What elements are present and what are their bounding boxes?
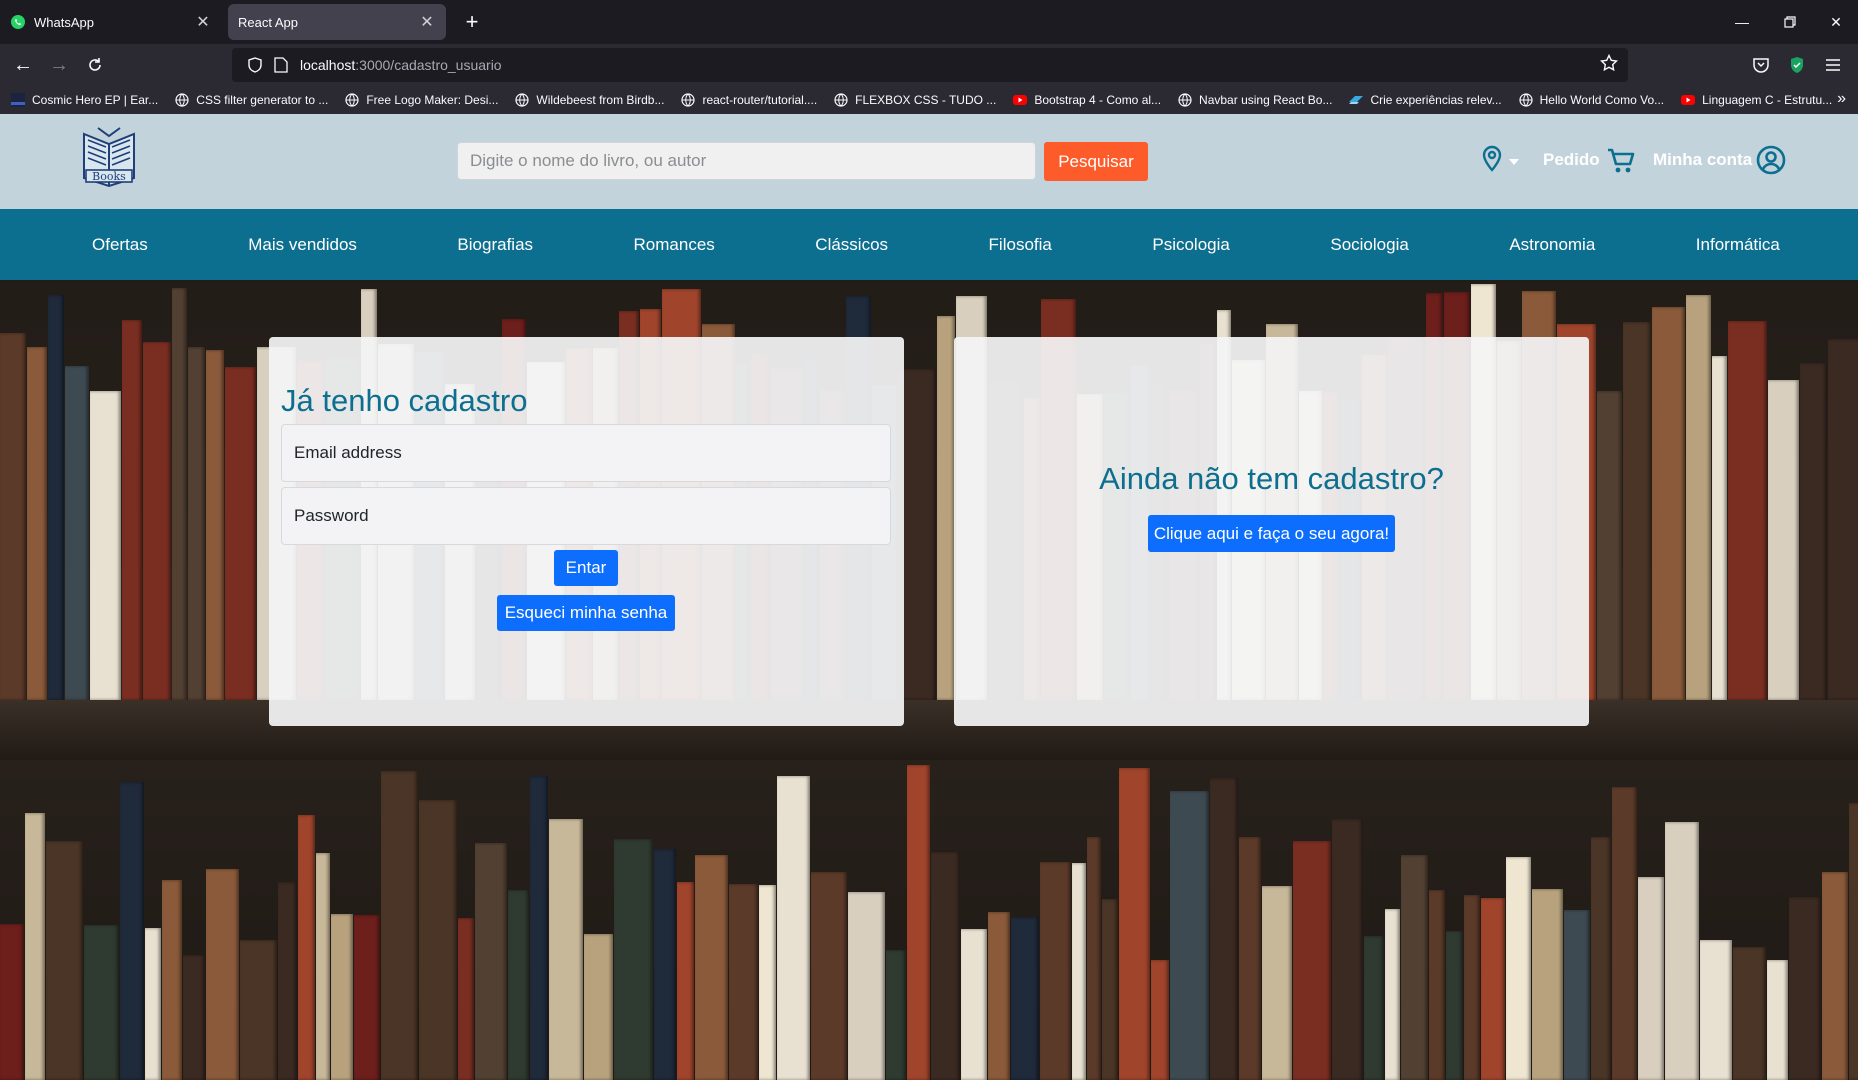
- location-pin-icon: [1481, 145, 1503, 178]
- register-button[interactable]: Clique aqui e faça o seu agora!: [1148, 515, 1395, 552]
- bookmark-label: FLEXBOX CSS - TUDO ...: [855, 93, 997, 107]
- category-link[interactable]: Clássicos: [815, 235, 888, 255]
- category-link[interactable]: Ofertas: [92, 235, 148, 255]
- location-dropdown[interactable]: [1478, 145, 1522, 178]
- bookmark-label: Navbar using React Bo...: [1199, 93, 1333, 107]
- bookmark-item[interactable]: Hello World Como Vo...: [1518, 92, 1665, 108]
- books-logo[interactable]: Books: [78, 126, 140, 192]
- tracking-shield-icon[interactable]: [240, 57, 270, 73]
- bookmarks-toolbar: Cosmic Hero EP | Ear... CSS filter genera…: [0, 86, 1858, 114]
- register-card: Ainda não tem cadastro? Clique aqui e fa…: [954, 337, 1589, 726]
- chevron-double-right-icon[interactable]: »: [1837, 90, 1846, 108]
- minimize-icon[interactable]: —: [1720, 0, 1764, 44]
- account-link[interactable]: Minha conta: [1653, 150, 1752, 170]
- search-input[interactable]: [457, 142, 1036, 180]
- bandcamp-icon: [10, 92, 26, 108]
- window-close-icon[interactable]: ✕: [1814, 0, 1858, 44]
- tab-title: WhatsApp: [34, 14, 94, 30]
- tab-whatsapp[interactable]: WhatsApp ✕: [0, 4, 222, 40]
- category-link[interactable]: Informática: [1696, 235, 1780, 255]
- tab-react-app[interactable]: React App ✕: [228, 4, 446, 40]
- back-arrow-icon[interactable]: ←: [8, 50, 38, 80]
- reload-icon[interactable]: [80, 50, 110, 80]
- youtube-icon: [1012, 92, 1028, 108]
- forgot-password-button[interactable]: Esqueci minha senha: [497, 595, 675, 631]
- bookmark-label: Cosmic Hero EP | Ear...: [32, 93, 159, 107]
- password-placeholder: Password: [294, 506, 369, 525]
- category-nav: Ofertas Mais vendidos Biografias Romances Cl…: [0, 209, 1858, 280]
- email-placeholder: Email address: [294, 443, 402, 462]
- extension-shield-icon[interactable]: [1786, 54, 1808, 76]
- forward-arrow-icon[interactable]: →: [44, 50, 74, 80]
- bookmark-item[interactable]: Crie experiências relev...: [1348, 92, 1502, 108]
- login-title: Já tenho cadastro: [281, 383, 528, 418]
- bookmark-item[interactable]: FLEXBOX CSS - TUDO ...: [833, 92, 996, 108]
- globe-icon: [833, 92, 849, 108]
- web-page: Books Pesquisar Pedido Minha conta Ofert…: [0, 114, 1858, 1080]
- bookmark-label: Free Logo Maker: Desi...: [366, 93, 499, 107]
- whatsapp-icon: [10, 14, 26, 30]
- hero-bookshelf-background: Já tenho cadastro Email address Password…: [0, 280, 1858, 1080]
- bookmark-item[interactable]: Cosmic Hero EP | Ear...: [10, 92, 158, 108]
- category-link[interactable]: Astronomia: [1509, 235, 1595, 255]
- search-button[interactable]: Pesquisar: [1044, 142, 1148, 181]
- url-path: :3000/cadastro_usuario: [355, 57, 502, 73]
- category-link[interactable]: Psicologia: [1152, 235, 1230, 255]
- brand-icon: [1348, 92, 1364, 108]
- category-link[interactable]: Biografias: [457, 235, 533, 255]
- bookmark-label: CSS filter generator to ...: [196, 93, 329, 107]
- bookmark-item[interactable]: CSS filter generator to ...: [174, 92, 328, 108]
- browser-toolbar: ← → localhost:3000/cadastro_usuario: [0, 44, 1858, 86]
- globe-icon: [1177, 92, 1193, 108]
- bookmark-label: Linguagem C - Estrutu...: [1702, 93, 1833, 107]
- shopping-cart-icon[interactable]: [1606, 146, 1636, 176]
- bookmark-item[interactable]: Navbar using React Bo...: [1177, 92, 1332, 108]
- bookmark-item[interactable]: Free Logo Maker: Desi...: [344, 92, 498, 108]
- bookmark-label: Hello World Como Vo...: [1539, 93, 1665, 107]
- category-link[interactable]: Romances: [634, 235, 715, 255]
- account-circle-icon[interactable]: [1755, 144, 1787, 176]
- caret-down-icon: [1509, 152, 1519, 170]
- category-link[interactable]: Sociologia: [1330, 235, 1408, 255]
- pocket-icon[interactable]: [1750, 54, 1772, 76]
- globe-icon: [174, 92, 190, 108]
- order-link[interactable]: Pedido: [1543, 150, 1600, 170]
- bookmark-label: Bootstrap 4 - Como al...: [1034, 93, 1162, 107]
- bookmark-label: Crie experiências relev...: [1370, 93, 1502, 107]
- login-card: Já tenho cadastro Email address Password…: [269, 337, 904, 726]
- browser-tab-strip: WhatsApp ✕ React App ✕ + — ✕: [0, 0, 1858, 44]
- page-icon: [270, 57, 292, 73]
- site-header: Books Pesquisar Pedido Minha conta: [0, 114, 1858, 209]
- bookmark-item[interactable]: Linguagem C - Estrutu...: [1680, 92, 1832, 108]
- bookmark-item[interactable]: Bootstrap 4 - Como al...: [1012, 92, 1161, 108]
- email-field[interactable]: Email address: [281, 424, 891, 482]
- globe-icon: [514, 92, 530, 108]
- category-link[interactable]: Mais vendidos: [248, 235, 357, 255]
- logo-text: Books: [92, 170, 126, 183]
- youtube-icon: [1680, 92, 1696, 108]
- url-bar[interactable]: localhost:3000/cadastro_usuario: [232, 48, 1628, 82]
- login-submit-button[interactable]: Entar: [554, 550, 618, 586]
- globe-icon: [1518, 92, 1534, 108]
- bookmark-item[interactable]: react-router/tutorial....: [680, 92, 817, 108]
- bookmark-star-icon[interactable]: [1599, 53, 1619, 77]
- password-field[interactable]: Password: [281, 487, 891, 545]
- tab-title: React App: [238, 14, 298, 30]
- url-host: localhost: [300, 57, 356, 73]
- category-link[interactable]: Filosofia: [989, 235, 1052, 255]
- close-icon[interactable]: ✕: [194, 12, 212, 32]
- menu-hamburger-icon[interactable]: [1822, 54, 1844, 76]
- register-title: Ainda não tem cadastro?: [1099, 461, 1444, 496]
- globe-icon: [344, 92, 360, 108]
- bookmark-label: react-router/tutorial....: [702, 93, 818, 107]
- close-icon[interactable]: ✕: [418, 12, 436, 32]
- restore-icon[interactable]: [1768, 0, 1812, 44]
- globe-icon: [680, 92, 696, 108]
- new-tab-button[interactable]: +: [458, 8, 486, 36]
- bookmark-label: Wildebeest from Birdb...: [536, 93, 665, 107]
- bookmark-item[interactable]: Wildebeest from Birdb...: [514, 92, 664, 108]
